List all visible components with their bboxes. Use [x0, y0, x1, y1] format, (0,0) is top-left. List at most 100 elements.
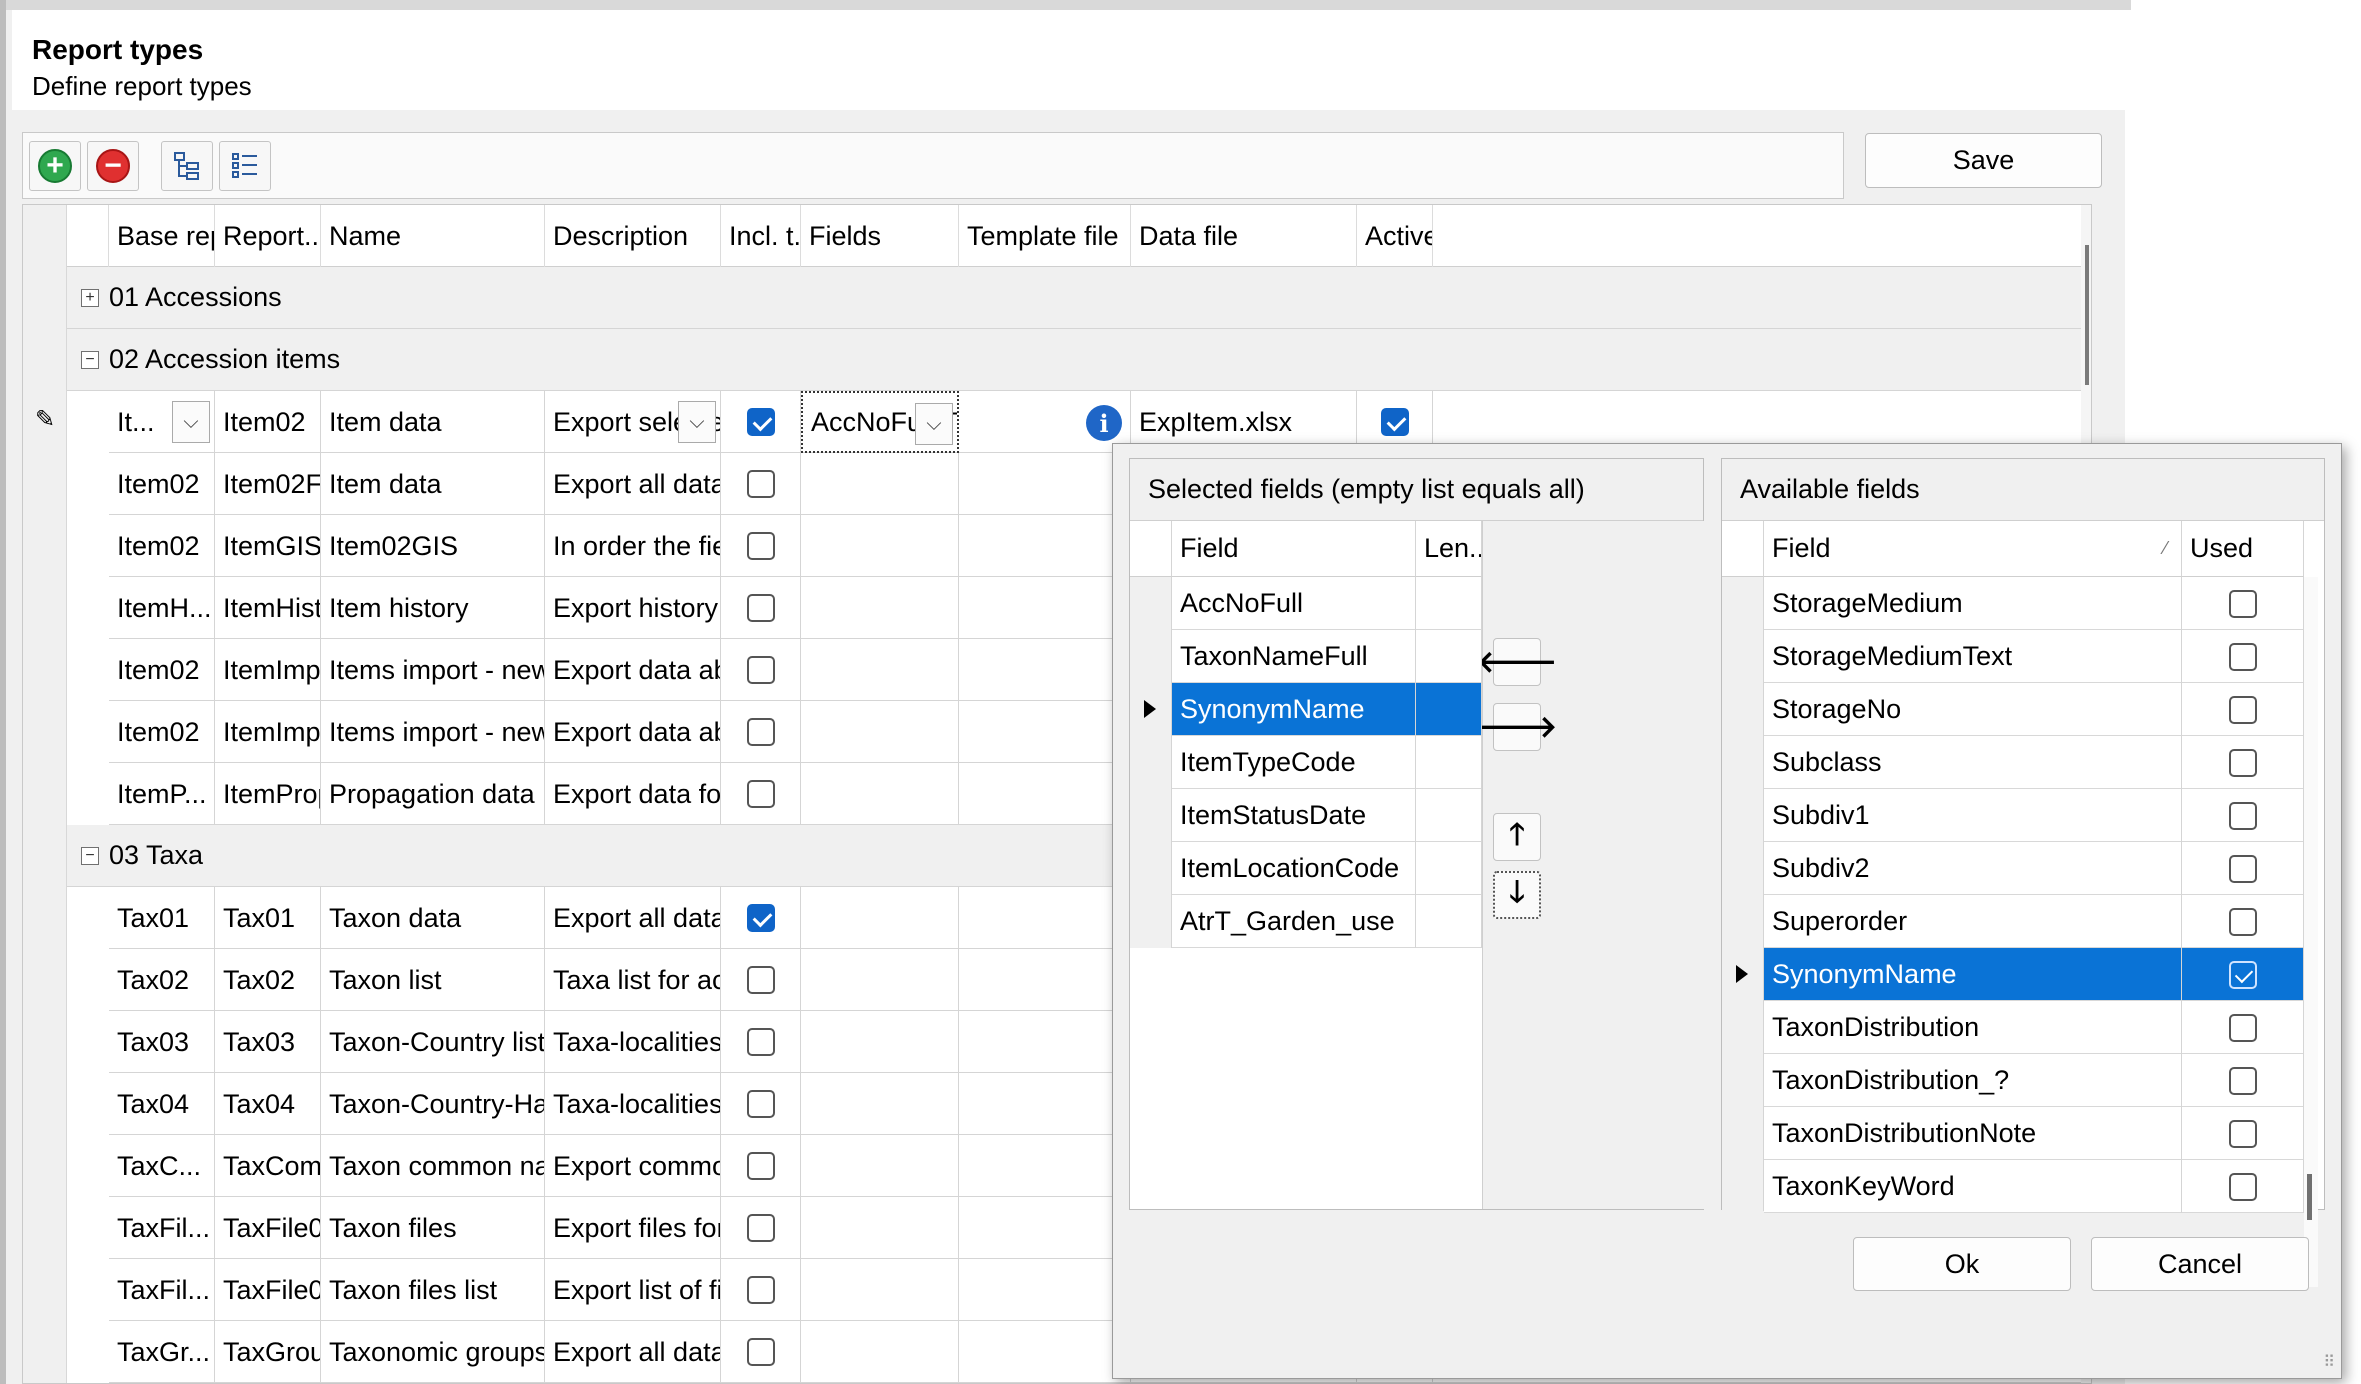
available-field-row[interactable]: SynonymName	[1764, 948, 2304, 1001]
cell-base-report[interactable]: Item02	[109, 701, 215, 763]
cell-name[interactable]: Item data	[321, 453, 545, 515]
save-button[interactable]: Save	[1865, 133, 2102, 188]
available-field-row[interactable]: TaxonKeyWord	[1764, 1160, 2304, 1213]
cell-fields[interactable]	[801, 1321, 959, 1383]
used-checkbox[interactable]	[2228, 1119, 2257, 1148]
cell-fields[interactable]	[801, 949, 959, 1011]
expand-icon[interactable]: +	[81, 288, 99, 307]
available-field-used[interactable]	[2182, 736, 2304, 789]
available-field-used[interactable]	[2182, 1054, 2304, 1107]
cell-name[interactable]: Taxon-Country-Habitat list	[321, 1073, 545, 1135]
incl-checkbox[interactable]	[746, 532, 775, 560]
available-field-row[interactable]: Superorder	[1764, 895, 2304, 948]
cell-incl[interactable]	[721, 1259, 801, 1321]
used-checkbox[interactable]	[2228, 642, 2257, 671]
selected-field-length[interactable]	[1416, 895, 1482, 948]
cell-base-report[interactable]: Item02	[109, 453, 215, 515]
cell-fields[interactable]	[801, 1011, 959, 1073]
cell-report[interactable]: TaxFile02	[215, 1259, 321, 1321]
cell-report[interactable]: ItemProp01	[215, 763, 321, 825]
cell-template-file[interactable]	[959, 1011, 1131, 1073]
cell-description[interactable]: Export selecte...⌵	[545, 391, 721, 453]
selected-field-length[interactable]	[1416, 842, 1482, 895]
selected-field-length[interactable]	[1416, 577, 1482, 630]
resize-grip-icon[interactable]: ⠿	[2323, 1352, 2335, 1372]
available-field-row[interactable]: StorageMediumText	[1764, 630, 2304, 683]
cell-template-file[interactable]	[959, 1321, 1131, 1383]
col-data-file-header[interactable]: Data file	[1131, 205, 1357, 267]
col-incl-header[interactable]: Incl. t...	[721, 205, 801, 267]
cell-report[interactable]: Tax04	[215, 1073, 321, 1135]
cell-report[interactable]: ItemImp01	[215, 639, 321, 701]
group-row[interactable]: +01 Accessions	[67, 267, 2083, 329]
cell-fields[interactable]	[801, 577, 959, 639]
selected-field-length[interactable]	[1416, 630, 1482, 683]
available-scrollbar-thumb[interactable]	[2307, 1174, 2312, 1220]
col-base-report-header[interactable]: Base report	[109, 205, 215, 267]
selected-field-length[interactable]	[1416, 789, 1482, 842]
incl-checkbox[interactable]	[746, 780, 775, 808]
col-name-header[interactable]: Name	[321, 205, 545, 267]
cell-incl[interactable]	[721, 1073, 801, 1135]
cell-name[interactable]: Taxon data	[321, 887, 545, 949]
move-down-button[interactable]: 🡓	[1493, 871, 1541, 919]
incl-checkbox[interactable]	[746, 1214, 775, 1242]
cell-template-file[interactable]	[959, 1135, 1131, 1197]
cell-report[interactable]: Tax01	[215, 887, 321, 949]
available-field-used[interactable]	[2182, 683, 2304, 736]
available-field-used[interactable]	[2182, 948, 2304, 1001]
cancel-button[interactable]: Cancel	[2091, 1237, 2309, 1291]
cell-description[interactable]: Export all data for...	[545, 887, 721, 949]
selected-length-column-header[interactable]: Len...	[1416, 521, 1482, 577]
available-field-row[interactable]: TaxonDistribution_?	[1764, 1054, 2304, 1107]
available-field-row[interactable]: Subdiv2	[1764, 842, 2304, 895]
cell-name[interactable]: Items import - new acce...	[321, 639, 545, 701]
incl-checkbox[interactable]	[746, 408, 775, 436]
cell-incl[interactable]	[721, 701, 801, 763]
used-checkbox[interactable]	[2228, 801, 2257, 830]
cell-fields[interactable]	[801, 515, 959, 577]
cell-report[interactable]: TaxCom...	[215, 1135, 321, 1197]
col-fields-header[interactable]: Fields	[801, 205, 959, 267]
available-field-used[interactable]	[2182, 1160, 2304, 1213]
cell-template-file[interactable]: i	[959, 391, 1131, 453]
cell-description[interactable]: Export data about...	[545, 701, 721, 763]
cell-base-report[interactable]: TaxFil...	[109, 1259, 215, 1321]
cell-fields[interactable]: AccNoFull,T...⌵	[801, 391, 959, 453]
cell-base-report[interactable]: TaxFil...	[109, 1197, 215, 1259]
available-used-column-header[interactable]: Used	[2182, 521, 2304, 577]
cell-incl[interactable]	[721, 639, 801, 701]
cell-name[interactable]: Item history	[321, 577, 545, 639]
selected-field-row[interactable]: TaxonNameFull	[1172, 630, 1482, 683]
cell-description[interactable]: Export data for pr...	[545, 763, 721, 825]
available-field-used[interactable]	[2182, 1107, 2304, 1160]
available-field-used[interactable]	[2182, 842, 2304, 895]
available-field-used[interactable]	[2182, 630, 2304, 683]
used-checkbox[interactable]	[2228, 748, 2257, 777]
cell-name[interactable]: Taxon common names	[321, 1135, 545, 1197]
cell-description[interactable]: Export all data for...	[545, 453, 721, 515]
cell-template-file[interactable]	[959, 763, 1131, 825]
cell-base-report[interactable]: It... ⌵	[109, 391, 215, 453]
cell-fields[interactable]	[801, 887, 959, 949]
cell-base-report[interactable]: ItemH...	[109, 577, 215, 639]
cell-name[interactable]: Taxon files	[321, 1197, 545, 1259]
col-template-file-header[interactable]: Template file	[959, 205, 1131, 267]
cell-name[interactable]: Taxon-Country list	[321, 1011, 545, 1073]
cell-description[interactable]: Export common n...	[545, 1135, 721, 1197]
incl-checkbox[interactable]	[746, 966, 775, 994]
cell-template-file[interactable]	[959, 949, 1131, 1011]
incl-checkbox[interactable]	[746, 1090, 775, 1118]
cell-base-report[interactable]: ItemP...	[109, 763, 215, 825]
cell-report[interactable]: TaxGrou...	[215, 1321, 321, 1383]
available-field-row[interactable]: Subdiv1	[1764, 789, 2304, 842]
grid-scrollbar-thumb[interactable]	[2085, 245, 2089, 385]
chevron-down-icon[interactable]: ⌵	[678, 401, 716, 443]
selected-field-row[interactable]: AccNoFull	[1172, 577, 1482, 630]
cell-description[interactable]: Export all data for...	[545, 1321, 721, 1383]
cell-description[interactable]: Export data about...	[545, 639, 721, 701]
chevron-down-icon[interactable]: ⌵	[915, 403, 953, 445]
available-field-row[interactable]: TaxonDistributionNote	[1764, 1107, 2304, 1160]
cell-base-report[interactable]: TaxC...	[109, 1135, 215, 1197]
cell-incl[interactable]	[721, 1135, 801, 1197]
